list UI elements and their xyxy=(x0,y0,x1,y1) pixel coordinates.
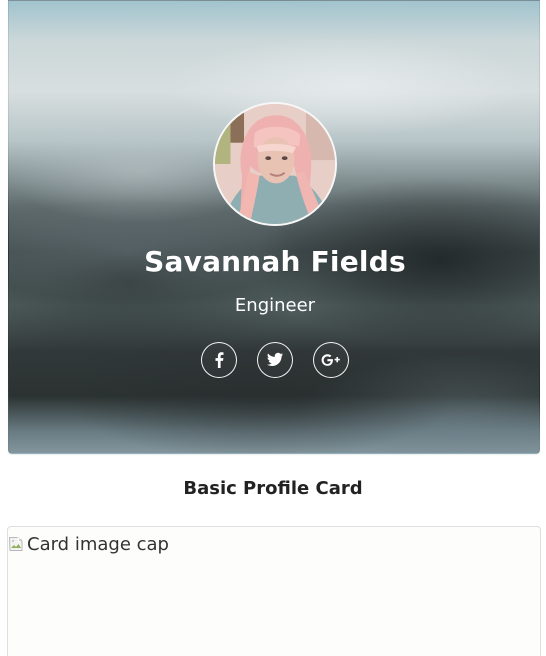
page: Savannah Fields Engineer Basic Profile C… xyxy=(0,0,546,656)
image-card: Card image cap xyxy=(7,526,541,656)
twitter-icon xyxy=(267,352,283,367)
section-title: Basic Profile Card xyxy=(183,478,363,499)
image-alt-text: Card image cap xyxy=(27,534,169,555)
twitter-button[interactable] xyxy=(257,342,293,378)
profile-photo-icon xyxy=(215,104,335,224)
social-links xyxy=(201,342,349,380)
profile-role: Engineer xyxy=(234,295,316,316)
google-plus-button[interactable] xyxy=(313,342,349,378)
broken-card-image: Card image cap xyxy=(8,531,169,559)
broken-image-icon xyxy=(8,536,24,552)
avatar xyxy=(213,102,337,226)
profile-name: Savannah Fields xyxy=(144,245,406,278)
facebook-button[interactable] xyxy=(201,342,237,378)
google-plus-icon xyxy=(321,354,340,366)
facebook-icon xyxy=(215,352,224,368)
profile-card: Savannah Fields Engineer xyxy=(8,0,540,454)
